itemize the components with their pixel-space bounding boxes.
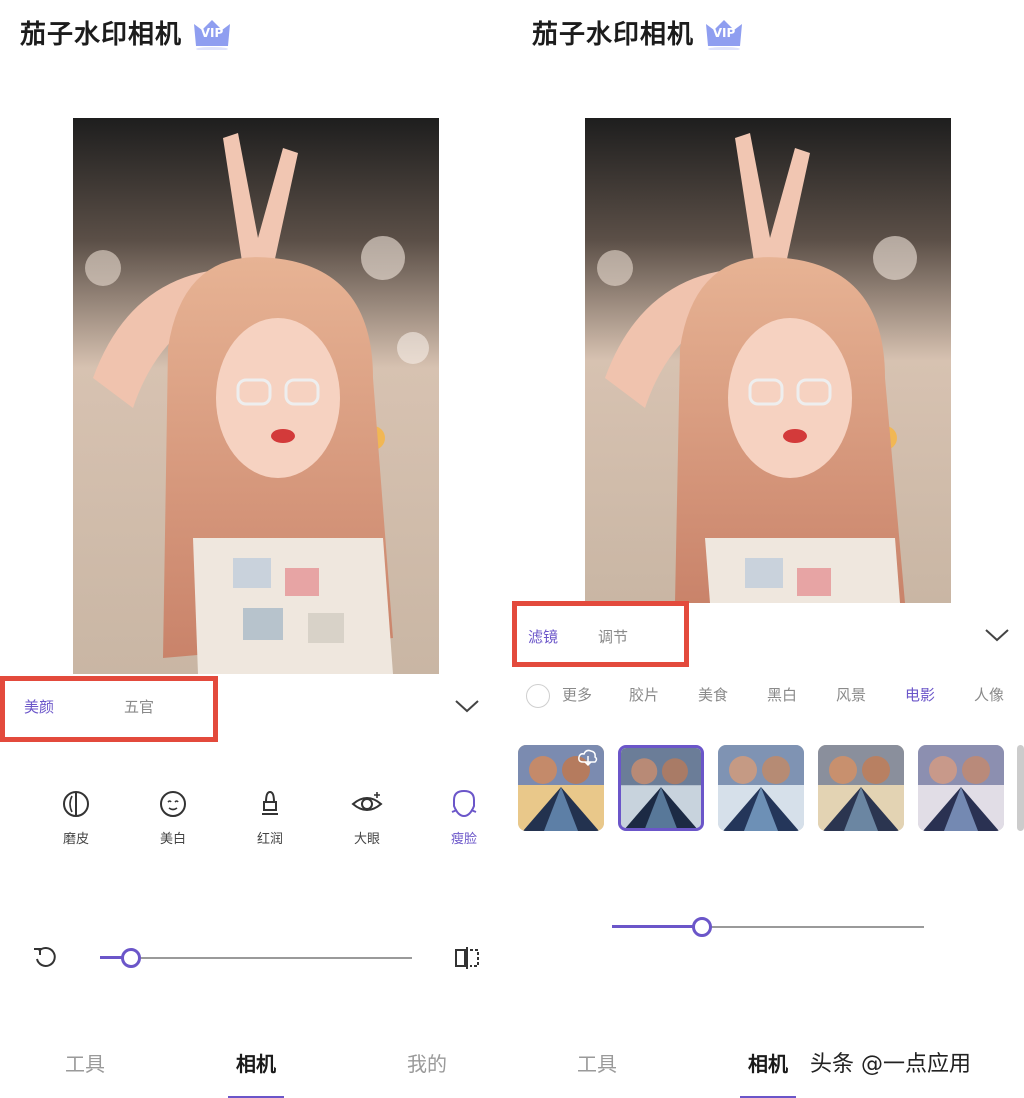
tool-whitening[interactable]: 美白 <box>143 788 203 847</box>
tool-rosy[interactable]: 红润 <box>240 788 300 847</box>
nav-tools[interactable]: 工具 <box>557 1048 637 1077</box>
big-eye-icon <box>351 792 383 811</box>
beauty-intensity-slider[interactable] <box>100 946 412 970</box>
vip-label: VIP <box>712 25 736 40</box>
filter-preview-image <box>818 745 904 831</box>
nav-tools[interactable]: 工具 <box>45 1048 125 1077</box>
nav-mine[interactable]: 我的 <box>387 1048 467 1077</box>
vip-badge[interactable]: VIP <box>192 16 232 50</box>
source-watermark: 头条 @一点应用 <box>810 1052 971 1077</box>
right-panel: 茄子水印相机 VIP 滤镜 调节 更多 胶片 美食 黑白 风景 电影 人像 工具… <box>512 0 1024 1098</box>
slider-knob[interactable] <box>692 917 713 937</box>
app-header: 茄子水印相机 VIP <box>20 14 232 51</box>
filter-thumbnail[interactable] <box>818 745 904 831</box>
preview-photo[interactable] <box>585 118 951 603</box>
highlight-box-beauty-tabs <box>0 676 218 742</box>
filter-cat-movie[interactable]: 电影 <box>905 684 935 705</box>
rosy-lipstick-icon <box>262 790 278 815</box>
filter-thumbnail[interactable] <box>518 745 604 831</box>
filter-cat-landscape[interactable]: 风景 <box>836 684 866 705</box>
filter-thumbnail-selected[interactable] <box>618 745 704 831</box>
vip-badge[interactable]: VIP <box>704 16 744 50</box>
reset-icon[interactable] <box>33 946 59 970</box>
filter-thumbnail[interactable] <box>718 745 804 831</box>
smooth-skin-icon <box>63 791 89 817</box>
tool-smooth-skin[interactable]: 磨皮 <box>46 788 106 847</box>
portrait-image <box>73 118 439 674</box>
filter-intensity-slider[interactable] <box>612 915 924 939</box>
tool-label: 瘦脸 <box>450 832 477 847</box>
filter-preview-image <box>718 745 804 831</box>
filter-cat-portrait[interactable]: 人像 <box>974 684 1004 705</box>
tool-label: 美白 <box>159 832 186 847</box>
nav-camera[interactable]: 相机 <box>216 1048 296 1077</box>
tool-big-eye[interactable]: 大眼 <box>337 788 397 847</box>
bottom-nav: 工具 相机 我的 <box>0 1048 512 1098</box>
whitening-face-icon <box>160 791 186 817</box>
tool-label: 红润 <box>256 832 283 847</box>
filter-preview-image <box>621 748 701 828</box>
tool-slim-face[interactable]: 瘦脸 <box>434 788 494 847</box>
compare-icon[interactable] <box>454 945 480 971</box>
download-cloud-icon <box>578 749 598 767</box>
app-header: 茄子水印相机 VIP <box>532 14 744 51</box>
filter-cat-food[interactable]: 美食 <box>698 684 728 705</box>
filter-cat-bw[interactable]: 黑白 <box>767 684 797 705</box>
nav-camera[interactable]: 相机 <box>728 1048 808 1077</box>
slider-track <box>100 957 412 959</box>
chevron-down-icon[interactable] <box>454 698 480 714</box>
app-title: 茄子水印相机 <box>20 20 183 50</box>
portrait-image <box>585 118 951 603</box>
filter-cat-film[interactable]: 胶片 <box>629 684 659 705</box>
filter-thumbnail[interactable] <box>1017 745 1024 831</box>
chevron-down-icon[interactable] <box>984 627 1010 643</box>
slider-knob[interactable] <box>121 948 142 968</box>
slim-face-icon <box>451 789 477 818</box>
filter-preview-image <box>918 745 1004 831</box>
more-circle-icon[interactable] <box>526 684 550 708</box>
app-title: 茄子水印相机 <box>532 20 695 50</box>
tool-label: 大眼 <box>353 832 380 847</box>
filter-cat-more[interactable]: 更多 <box>562 684 592 705</box>
filter-category-bar: 更多 胶片 美食 黑白 风景 电影 人像 <box>526 684 1024 708</box>
left-panel: 茄子水印相机 VIP 美颜 五官 磨皮 美白 红润 大眼 瘦脸 工具 相机 我的 <box>0 0 512 1098</box>
filter-thumbnail[interactable] <box>918 745 1004 831</box>
highlight-box-filter-tabs <box>512 601 689 667</box>
preview-photo[interactable] <box>73 118 439 674</box>
tool-label: 磨皮 <box>62 832 89 847</box>
slider-fill <box>612 925 703 928</box>
vip-label: VIP <box>200 25 224 40</box>
